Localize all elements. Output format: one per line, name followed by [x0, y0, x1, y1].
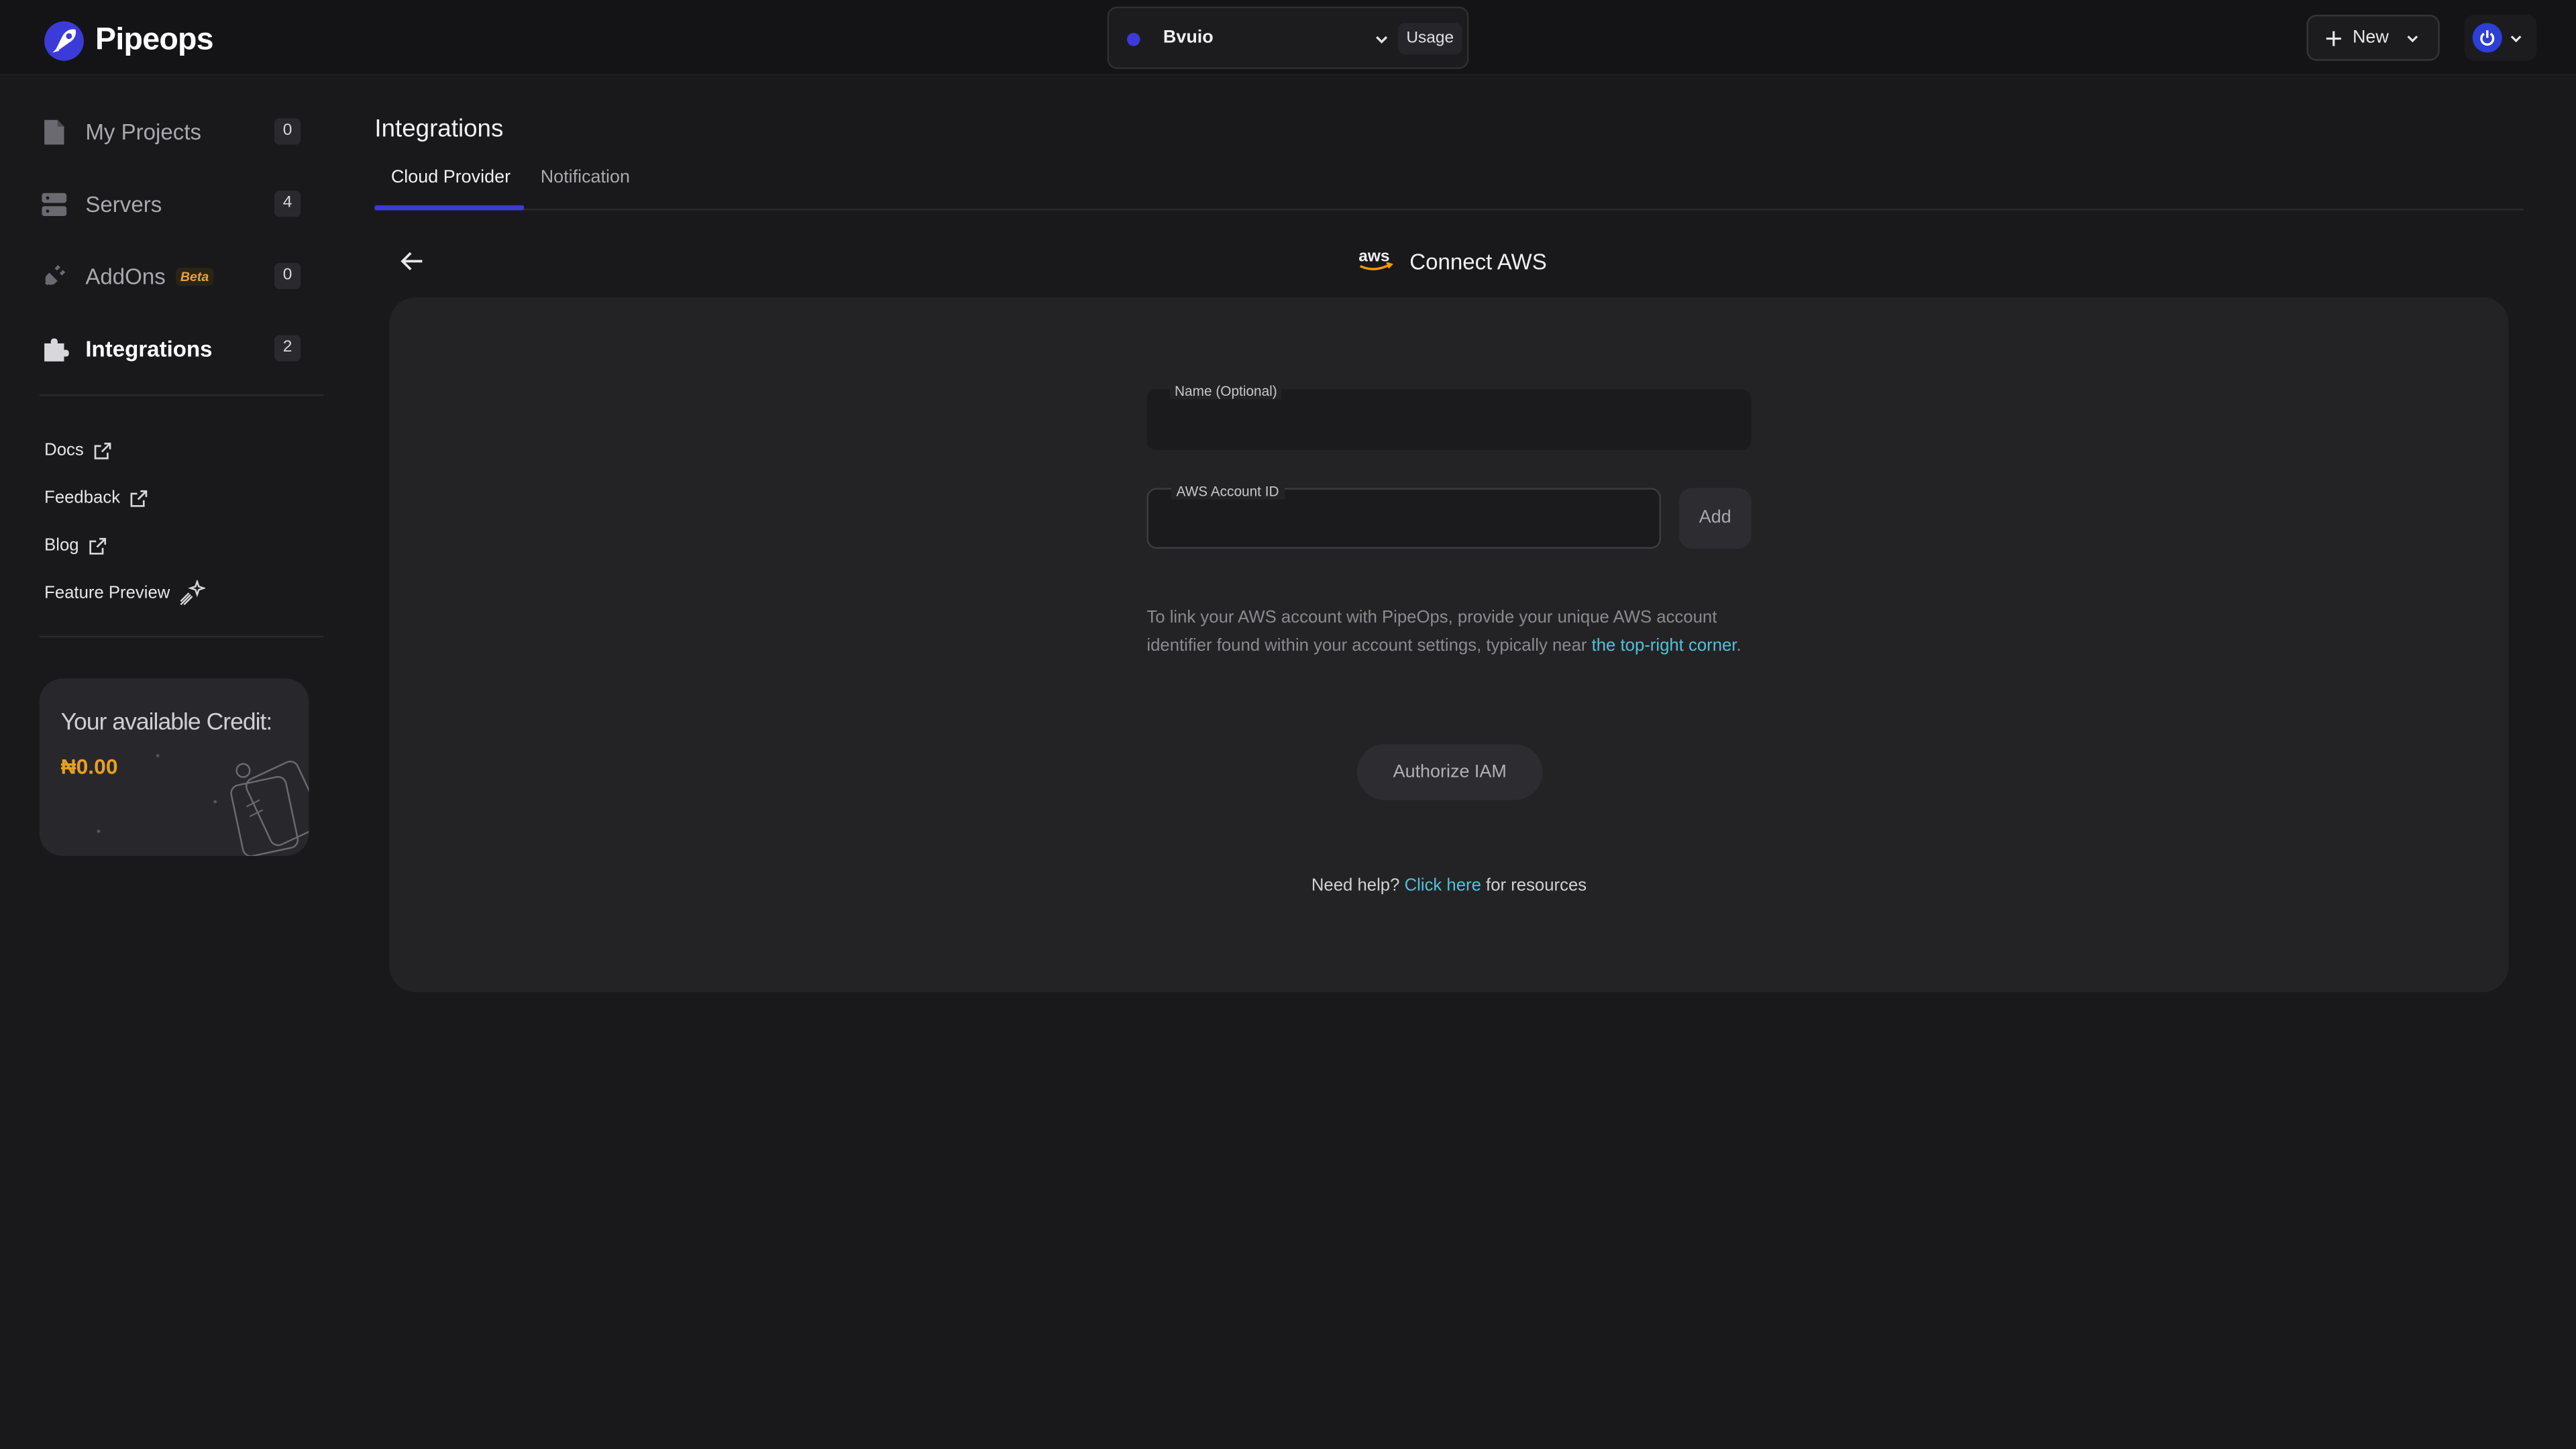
user-menu-button[interactable]	[2464, 15, 2537, 61]
usage-button[interactable]: Usage	[1398, 23, 1462, 54]
credit-value: ₦0.00	[60, 754, 118, 779]
sidebar-item-addons[interactable]: AddOns Beta 0	[40, 252, 306, 301]
back-arrow-icon[interactable]	[398, 246, 427, 276]
sidebar-count-badge: 2	[274, 335, 301, 362]
pipeops-logo-icon	[44, 21, 84, 61]
top-right-corner-link[interactable]: the top-right corner	[1592, 636, 1737, 655]
power-icon	[2480, 30, 2495, 46]
need-help-text: Need help? Click here for resources	[0, 875, 2576, 895]
authorize-iam-button[interactable]: Authorize IAM	[1356, 744, 1543, 800]
project-status-dot	[1127, 32, 1140, 46]
plug-icon	[40, 261, 69, 290]
aws-account-id-label: AWS Account ID	[1171, 483, 1284, 500]
decor-dot	[97, 829, 101, 833]
svg-text:aws: aws	[1358, 247, 1389, 265]
docs-link-label: Docs	[44, 440, 84, 460]
external-link-icon	[94, 441, 111, 459]
feedback-link[interactable]: Feedback	[44, 484, 148, 511]
external-link-icon	[130, 489, 148, 506]
sidebar-item-label: Integrations	[85, 335, 213, 361]
avatar	[2472, 23, 2502, 53]
need-help-prefix: Need help?	[1311, 875, 1405, 896]
add-button[interactable]: Add	[1678, 488, 1752, 549]
name-field[interactable]: Name (Optional)	[1146, 382, 1752, 451]
sidebar-divider	[39, 394, 324, 396]
blog-link-label: Blog	[44, 535, 79, 555]
helper-text: To link your AWS account with PipeOps, p…	[1146, 604, 1758, 660]
need-help-suffix: for resources	[1481, 875, 1587, 896]
tab-notification[interactable]: Notification	[541, 168, 630, 187]
sidebar-divider	[39, 635, 324, 638]
credit-card: Your available Credit: ₦0.00	[39, 678, 309, 856]
sidebar-item-integrations[interactable]: Integrations 2	[40, 323, 306, 372]
puzzle-icon	[40, 333, 69, 363]
new-button[interactable]: New	[2306, 15, 2440, 61]
sidebar-item-label: AddOns	[85, 264, 166, 288]
sidebar-item-servers[interactable]: Servers 4	[40, 179, 306, 228]
project-switcher[interactable]: Bvuio Usage	[1107, 6, 1469, 69]
click-here-link[interactable]: Click here	[1405, 875, 1481, 895]
tab-cloud-provider[interactable]: Cloud Provider	[391, 168, 511, 187]
wallet-illustration-icon	[230, 760, 309, 856]
sidebar-count-badge: 0	[274, 118, 301, 145]
top-bar: Pipeops Bvuio Usage New	[0, 0, 2576, 76]
brand-name: Pipeops	[95, 23, 214, 58]
sidebar-count-badge: 4	[274, 191, 301, 217]
credit-title: Your available Credit:	[60, 709, 273, 737]
sidebar-item-label: Servers	[85, 191, 162, 217]
aws-logo-icon: aws	[1358, 247, 1394, 270]
name-field-label: Name (Optional)	[1169, 382, 1283, 400]
decor-dot	[156, 754, 160, 757]
tabs-divider	[374, 209, 2524, 211]
page-title: Integrations	[374, 115, 504, 144]
helper-text-end: .	[1736, 635, 1741, 656]
beta-badge: Beta	[175, 266, 214, 285]
chevron-down-icon	[2510, 34, 2522, 42]
plus-icon	[2326, 30, 2341, 46]
decor-dot	[213, 800, 217, 804]
sidebar-count-badge: 0	[274, 262, 301, 290]
feature-preview-link[interactable]: Feature Preview	[44, 580, 207, 606]
connect-aws-title: Connect AWS	[1409, 249, 1547, 274]
aws-account-id-field[interactable]: AWS Account ID	[1146, 483, 1661, 549]
server-icon	[40, 189, 69, 219]
app-root: Pipeops Bvuio Usage New My Projects 0 Se…	[0, 0, 2576, 1449]
sidebar-item-my-projects[interactable]: My Projects 0	[40, 107, 306, 156]
feature-preview-label: Feature Preview	[44, 583, 170, 603]
external-link-icon	[89, 537, 107, 554]
sparkle-icon	[180, 580, 207, 606]
connect-aws-header: aws Connect AWS	[1357, 246, 1547, 276]
chevron-down-icon	[2407, 34, 2418, 42]
brand-logo[interactable]: Pipeops	[43, 19, 214, 62]
blog-link[interactable]: Blog	[44, 532, 107, 558]
sidebar-item-label: My Projects	[85, 119, 202, 144]
new-button-label: New	[2352, 28, 2389, 48]
project-name: Bvuio	[1163, 28, 1214, 48]
active-tab-indicator	[374, 205, 525, 211]
file-icon	[40, 117, 69, 146]
feedback-link-label: Feedback	[44, 488, 121, 508]
chevron-down-icon	[1376, 36, 1388, 44]
docs-link[interactable]: Docs	[44, 437, 111, 463]
